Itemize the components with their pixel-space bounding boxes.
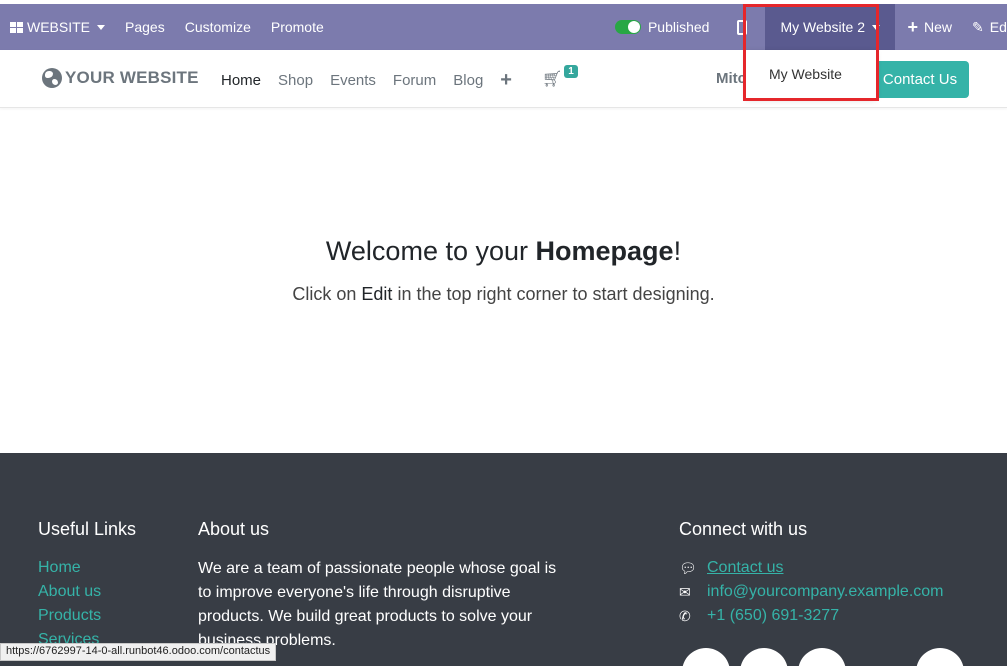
social-facebook-icon[interactable] bbox=[682, 648, 730, 666]
footer-phone[interactable]: +1 (650) 691-3277 bbox=[707, 607, 839, 625]
dropdown-item-my-website[interactable]: My Website bbox=[769, 66, 842, 82]
logo-text: YOUR WEBSITE bbox=[65, 68, 199, 87]
new-label: New bbox=[923, 19, 952, 35]
edit-button[interactable]: ✎ Edit bbox=[962, 4, 1007, 50]
cart-count-badge: 1 bbox=[564, 65, 578, 78]
website-menu[interactable]: WEBSITE bbox=[0, 4, 115, 50]
footer-link-home[interactable]: Home bbox=[38, 559, 81, 577]
contact-row-email: ✉︎ info@yourcompany.example.com bbox=[679, 583, 944, 601]
social-linkedin-icon[interactable] bbox=[798, 648, 846, 666]
pencil-icon: ✎ bbox=[972, 18, 984, 35]
website-switcher-dropdown: My Website bbox=[746, 50, 876, 98]
user-menu[interactable]: Mitc bbox=[716, 70, 746, 87]
comment-icon: 💬︎ bbox=[679, 559, 697, 576]
website-switcher[interactable]: My Website 2 bbox=[765, 4, 896, 50]
contact-us-button[interactable]: Contact Us bbox=[871, 61, 969, 98]
hero-title: Welcome to your Homepage! bbox=[0, 236, 1007, 267]
useful-links-title: Useful Links bbox=[38, 519, 137, 539]
contact-row-link: 💬︎ Contact us bbox=[679, 559, 783, 577]
caret-down-icon bbox=[872, 24, 881, 30]
mobile-preview-button[interactable] bbox=[719, 4, 765, 50]
published-label: Published bbox=[647, 19, 710, 35]
main-menu: Home Shop Events Forum Blog + 🛒︎ 1 bbox=[221, 65, 578, 90]
phone-icon: ✆︎ bbox=[679, 607, 691, 624]
customize-menu[interactable]: Customize bbox=[175, 4, 261, 50]
apps-grid-icon bbox=[10, 21, 23, 33]
hero-sub-end: in the top right corner to start designi… bbox=[392, 284, 715, 304]
edit-label: Edit bbox=[989, 19, 1007, 35]
website-menu-label: WEBSITE bbox=[27, 19, 91, 35]
cart-link[interactable]: 🛒︎ 1 bbox=[541, 65, 578, 89]
website-switcher-label: My Website 2 bbox=[780, 19, 866, 35]
add-menu-plus-icon[interactable]: + bbox=[500, 70, 512, 90]
hero-sub-bold: Edit bbox=[361, 284, 393, 304]
hero-title-end: ! bbox=[673, 236, 682, 266]
mobile-icon bbox=[737, 19, 748, 35]
envelope-icon: ✉︎ bbox=[679, 583, 691, 600]
about-us-title: About us bbox=[198, 519, 270, 539]
footer-contact-link[interactable]: Contact us bbox=[707, 559, 783, 577]
social-twitter-icon[interactable] bbox=[740, 648, 788, 666]
cart-icon: 🛒︎ bbox=[541, 71, 563, 88]
footer-link-about[interactable]: About us bbox=[38, 583, 101, 601]
hero-title-text: Welcome to your bbox=[325, 236, 536, 266]
nav-events[interactable]: Events bbox=[330, 72, 376, 89]
plus-icon: + bbox=[907, 17, 918, 37]
toggle-switch-icon bbox=[614, 20, 641, 34]
hero-title-bold: Homepage bbox=[535, 236, 674, 266]
globe-icon bbox=[42, 68, 62, 88]
footer-link-products[interactable]: Products bbox=[38, 607, 101, 625]
footer: Useful Links Home About us Products Serv… bbox=[0, 453, 1007, 666]
nav-blog[interactable]: Blog bbox=[453, 72, 483, 89]
site-logo[interactable]: YOUR WEBSITE bbox=[42, 68, 199, 88]
promote-menu[interactable]: Promote bbox=[261, 4, 334, 50]
nav-shop[interactable]: Shop bbox=[278, 72, 313, 89]
connect-title: Connect with us bbox=[679, 519, 808, 539]
status-bar-url: https://6762997-14-0-all.runbot46.odoo.c… bbox=[0, 643, 277, 661]
hero-subtitle: Click on Edit in the top right corner to… bbox=[0, 284, 1007, 305]
social-home-icon[interactable] bbox=[916, 648, 964, 666]
nav-home[interactable]: Home bbox=[221, 72, 261, 89]
nav-forum[interactable]: Forum bbox=[393, 72, 436, 89]
contact-row-phone: ✆︎ +1 (650) 691-3277 bbox=[679, 607, 839, 625]
caret-down-icon bbox=[97, 24, 106, 30]
footer-email[interactable]: info@yourcompany.example.com bbox=[707, 583, 944, 601]
publish-toggle[interactable]: Published bbox=[605, 4, 720, 50]
hero-sub-text: Click on bbox=[292, 284, 362, 304]
pages-menu[interactable]: Pages bbox=[115, 4, 175, 50]
admin-bar: WEBSITE Pages Customize Promote Publishe… bbox=[0, 4, 1007, 50]
about-us-text: We are a team of passionate people whose… bbox=[198, 560, 557, 649]
new-button[interactable]: + New bbox=[895, 4, 962, 50]
